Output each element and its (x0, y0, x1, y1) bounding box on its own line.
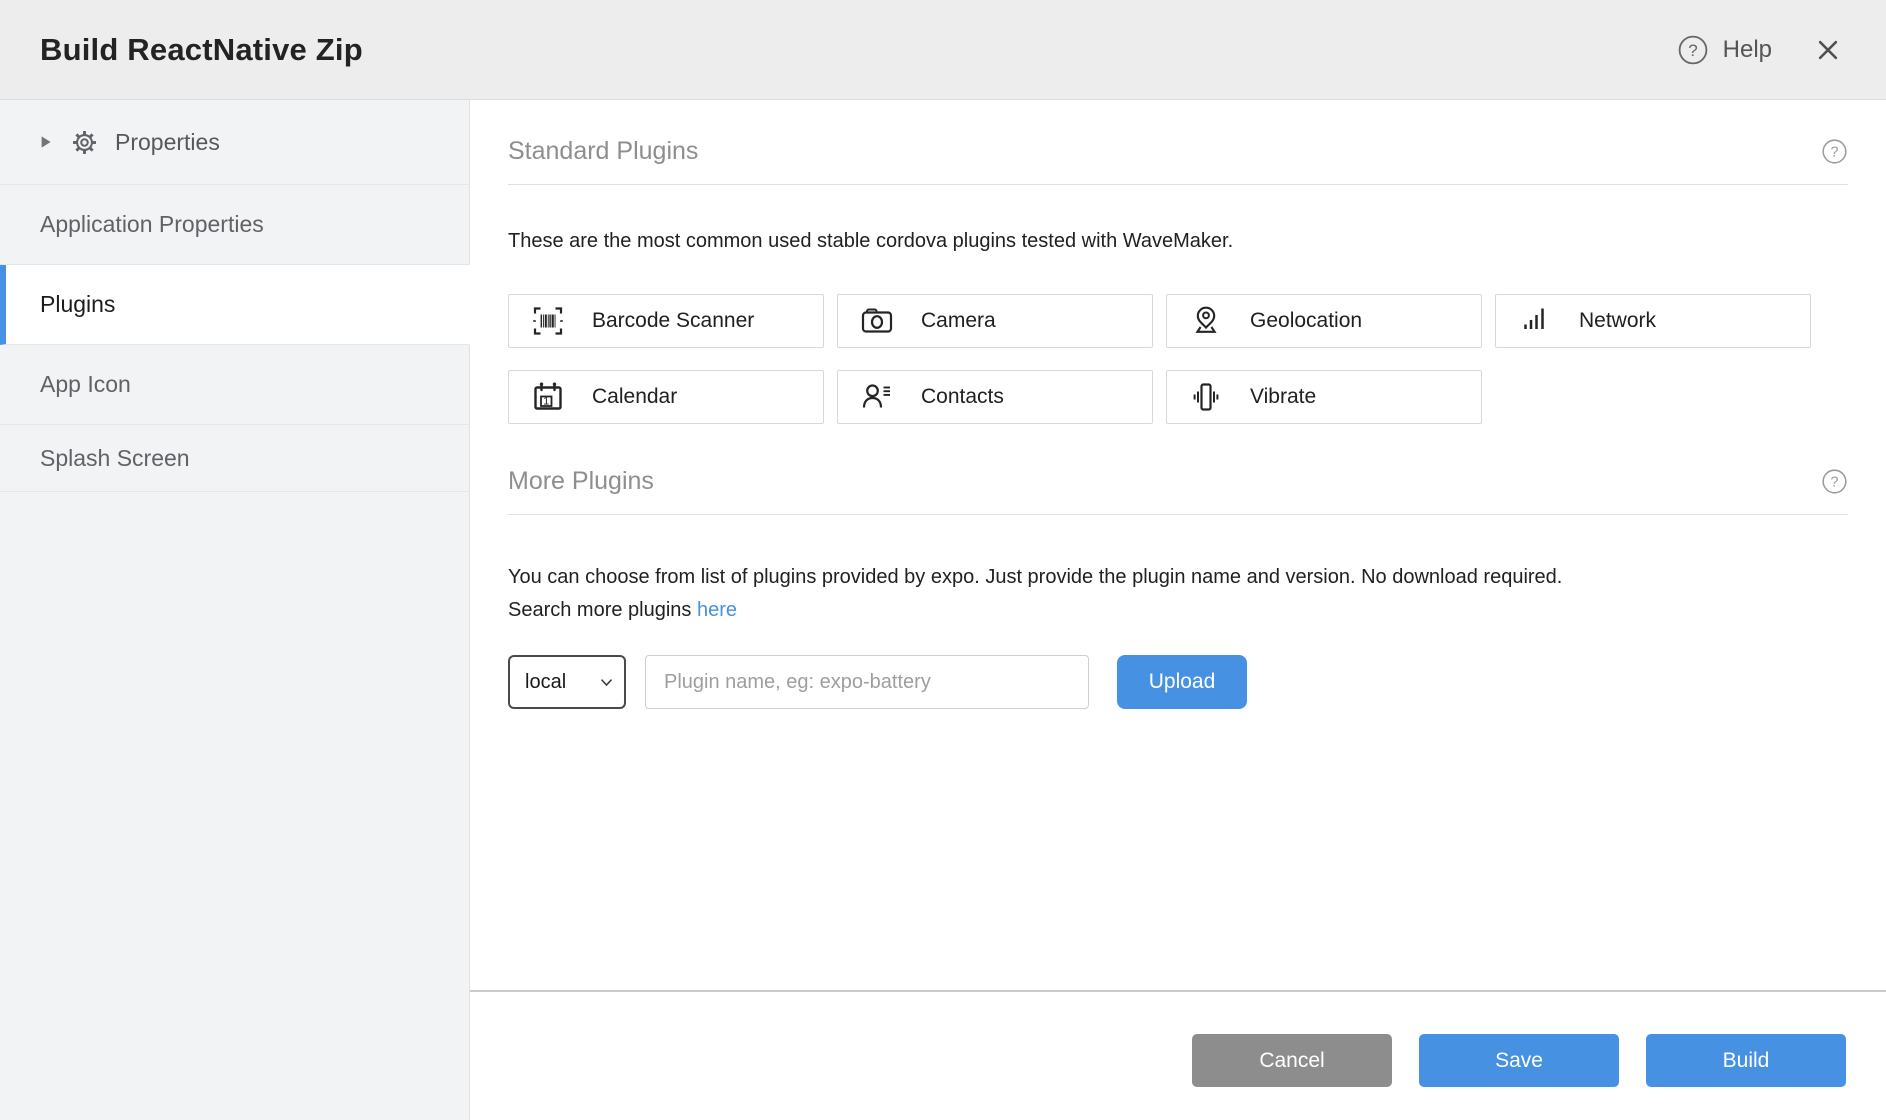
plugin-name-input[interactable] (645, 655, 1089, 709)
gear-icon (71, 129, 98, 156)
plugin-source-select[interactable]: local (508, 655, 626, 709)
network-icon (1517, 303, 1553, 339)
sidebar: Properties Application Properties Plugins A… (0, 100, 470, 1120)
dialog-body: Properties Application Properties Plugins A… (0, 100, 1886, 1120)
close-icon[interactable] (1814, 36, 1842, 64)
caret-right-icon (36, 133, 54, 151)
plugin-card-geolocation[interactable]: Geolocation (1166, 294, 1482, 348)
camera-icon (859, 303, 895, 339)
help-button[interactable]: Help (1677, 34, 1772, 66)
section-divider (508, 514, 1848, 515)
help-icon (1677, 34, 1709, 66)
sidebar-item-plugins[interactable]: Plugins (0, 265, 470, 345)
save-button[interactable]: Save (1419, 1034, 1619, 1087)
more-plugins-header: More Plugins (508, 466, 1848, 496)
plugin-card-calendar[interactable]: Calendar (508, 370, 824, 424)
plugin-card-barcode-scanner[interactable]: Barcode Scanner (508, 294, 824, 348)
search-more-link[interactable]: here (697, 599, 737, 621)
more-plugins-help-icon[interactable] (1821, 468, 1848, 495)
plugin-upload-controls: local Upload (508, 655, 1848, 709)
upload-button[interactable]: Upload (1117, 655, 1247, 709)
plugin-card-label: Barcode Scanner (592, 309, 754, 333)
sidebar-filler (0, 492, 470, 1120)
build-button[interactable]: Build (1646, 1034, 1846, 1087)
more-plugins-section: More Plugins You can choose from list of… (508, 466, 1848, 709)
dialog-header: Build ReactNative Zip Help (0, 0, 1886, 100)
more-plugins-description-text: You can choose from list of plugins prov… (508, 566, 1562, 588)
search-more-prefix: Search more plugins (508, 599, 691, 621)
sidebar-item-label: Properties (115, 129, 220, 156)
header-actions: Help (1677, 34, 1842, 66)
sidebar-item-label: Plugins (40, 291, 115, 318)
sidebar-item-splash-screen[interactable]: Splash Screen (0, 425, 470, 492)
plugin-card-label: Vibrate (1250, 385, 1316, 409)
dialog-title: Build ReactNative Zip (40, 32, 363, 68)
plugin-card-label: Calendar (592, 385, 677, 409)
plugins-content: Standard Plugins These are the most comm… (470, 100, 1886, 990)
plugin-card-label: Contacts (921, 385, 1004, 409)
plugin-card-label: Camera (921, 309, 996, 333)
barcode-scanner-icon (530, 303, 566, 339)
plugin-card-contacts[interactable]: Contacts (837, 370, 1153, 424)
build-reactnative-dialog: Build ReactNative Zip Help Properties App… (0, 0, 1886, 1120)
standard-plugins-header: Standard Plugins (508, 136, 1848, 166)
sidebar-item-label: Application Properties (40, 211, 264, 238)
cancel-button[interactable]: Cancel (1192, 1034, 1392, 1087)
dialog-footer: Cancel Save Build (470, 990, 1886, 1120)
main-panel: Standard Plugins These are the most comm… (470, 100, 1886, 1120)
standard-plugins-description: These are the most common used stable co… (508, 229, 1848, 253)
contacts-icon (859, 379, 895, 415)
sidebar-item-app-icon[interactable]: App Icon (0, 345, 470, 425)
plugin-card-vibrate[interactable]: Vibrate (1166, 370, 1482, 424)
sidebar-item-application-properties[interactable]: Application Properties (0, 185, 470, 265)
plugin-card-network[interactable]: Network (1495, 294, 1811, 348)
standard-plugins-grid: Barcode Scanner Camera Geolocation Network C… (508, 294, 1838, 424)
more-plugins-description: You can choose from list of plugins prov… (508, 561, 1848, 627)
plugin-card-camera[interactable]: Camera (837, 294, 1153, 348)
help-label: Help (1723, 36, 1772, 64)
plugin-card-label: Network (1579, 309, 1656, 333)
vibrate-icon (1188, 379, 1224, 415)
calendar-icon (530, 379, 566, 415)
geolocation-icon (1188, 303, 1224, 339)
standard-plugins-help-icon[interactable] (1821, 138, 1848, 165)
sidebar-item-label: App Icon (40, 371, 131, 398)
sidebar-item-label: Splash Screen (40, 445, 190, 472)
more-plugins-title: More Plugins (508, 467, 654, 496)
section-divider (508, 184, 1848, 185)
plugin-card-label: Geolocation (1250, 309, 1362, 333)
sidebar-item-properties[interactable]: Properties (0, 100, 470, 185)
plugin-source-select-wrap: local (508, 655, 626, 709)
standard-plugins-title: Standard Plugins (508, 137, 698, 166)
